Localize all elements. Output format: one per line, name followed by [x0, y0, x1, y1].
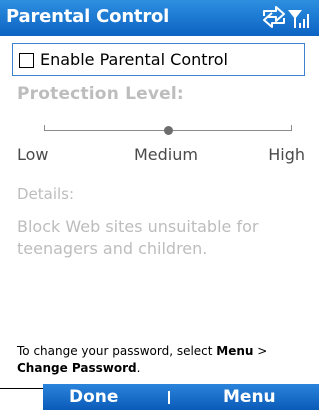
note-suffix: . [136, 361, 141, 375]
note-separator: > [253, 344, 268, 358]
note-change-password: Change Password [17, 361, 137, 375]
softkey-divider [168, 391, 170, 404]
enable-parental-control-checkbox[interactable] [19, 53, 34, 68]
password-help-note: To change your password, select Menu > C… [17, 343, 312, 377]
details-label: Details: [17, 185, 75, 203]
done-softkey[interactable]: Done [69, 387, 118, 407]
level-high-label: High [268, 145, 305, 164]
title-bar: Parental Control [0, 0, 319, 36]
enable-parental-control-row[interactable]: Enable Parental Control [12, 43, 305, 76]
enable-parental-control-label[interactable]: Enable Parental Control [40, 50, 228, 69]
level-medium-label: Medium [134, 145, 198, 164]
protection-level-slider[interactable] [44, 124, 292, 136]
signal-strength-icon [288, 10, 309, 28]
menu-softkey[interactable]: Menu [223, 387, 276, 407]
slider-tick-high [291, 125, 292, 131]
details-description: Block Web sites unsuitable for teenagers… [17, 217, 259, 258]
note-menu-word: Menu [216, 344, 254, 358]
connection-icon [263, 6, 285, 28]
softkey-bar: Done Menu [43, 384, 319, 410]
note-prefix: To change your password, select [17, 344, 217, 358]
status-icons[interactable] [261, 6, 311, 30]
protection-level-label: Protection Level: [17, 84, 184, 104]
slider-tick-low [44, 125, 45, 131]
app-title: Parental Control [6, 6, 170, 27]
slider-thumb[interactable] [164, 126, 173, 135]
level-low-label: Low [17, 145, 49, 164]
divider-line [0, 388, 43, 389]
